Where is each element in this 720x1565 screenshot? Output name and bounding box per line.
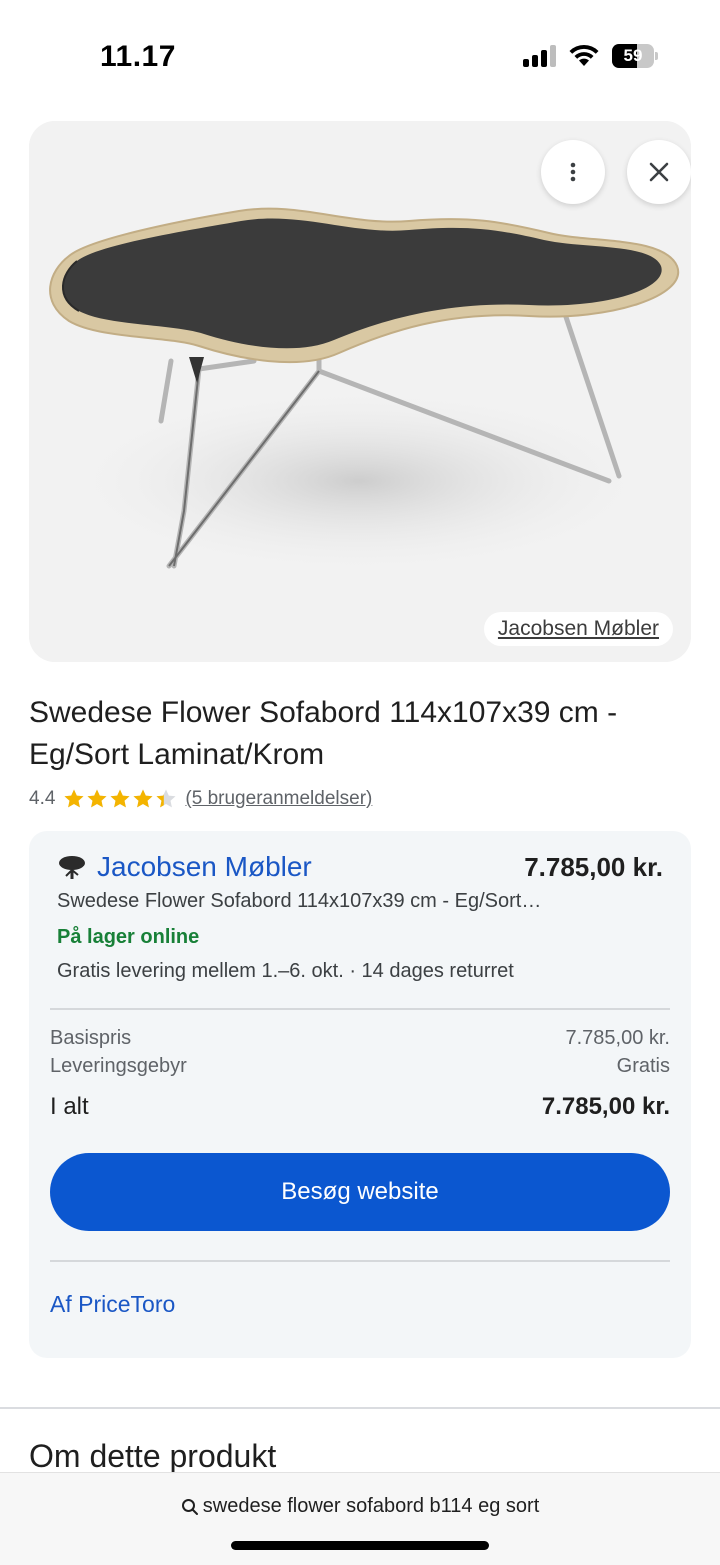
search-query[interactable]: swedese flower sofabord b114 eg sort (0, 1495, 720, 1518)
rating-row: 4.4 (5 brugeranmeldelser) (29, 788, 372, 810)
battery-level: 59 (623, 46, 643, 65)
base-price-row: Basispris 7.785,00 kr. (50, 1027, 670, 1050)
product-image-card[interactable]: Jacobsen Møbler (29, 121, 691, 662)
seller-row[interactable]: Jacobsen Møbler 7.785,00 kr. (57, 847, 663, 887)
shipping-row: Leveringsgebyr Gratis (50, 1055, 670, 1078)
about-product-heading: Om dette produkt (29, 1438, 277, 1474)
wifi-icon (568, 44, 600, 68)
image-source-link[interactable]: Jacobsen Møbler (483, 612, 673, 646)
close-icon (649, 162, 669, 182)
bottom-search-bar[interactable]: swedese flower sofabord b114 eg sort (0, 1472, 720, 1565)
star-icon (64, 789, 84, 808)
more-options-button[interactable] (541, 140, 605, 204)
visit-website-button[interactable]: Besøg website (50, 1153, 670, 1231)
product-title: Swedese Flower Sofabord 114x107x39 cm - … (29, 696, 618, 771)
rating-value: 4.4 (29, 788, 56, 809)
seller-name[interactable]: Jacobsen Møbler (97, 851, 524, 883)
more-vert-icon (570, 162, 576, 182)
shipping-value: Gratis (616, 1055, 670, 1077)
status-bar: 11.17 59 (0, 0, 720, 110)
tree-logo-icon (59, 856, 85, 879)
offer-card: Jacobsen Møbler 7.785,00 kr. Swedese Flo… (29, 831, 691, 1358)
shipping-label: Leveringsgebyr (50, 1055, 187, 1077)
status-time: 11.17 (100, 40, 176, 73)
reviews-link[interactable]: (5 brugeranmeldelser) (185, 788, 372, 810)
stock-status: På lager online (57, 926, 200, 948)
search-query-text: swedese flower sofabord b114 eg sort (202, 1495, 540, 1517)
star-icon (156, 789, 176, 808)
star-icon (87, 789, 107, 808)
close-button[interactable] (627, 140, 691, 204)
offer-price: 7.785,00 kr. (524, 851, 663, 882)
star-icon (110, 789, 130, 808)
total-label: I alt (50, 1093, 89, 1120)
provider-link[interactable]: Af PriceToro (50, 1291, 175, 1318)
status-icons: 59 (523, 44, 658, 68)
star-icon (133, 789, 153, 808)
total-value: 7.785,00 kr. (541, 1093, 670, 1120)
battery-icon: 59 (612, 44, 658, 68)
delivery-info: Gratis levering mellem 1.–6. okt. · 14 d… (57, 960, 514, 982)
rating-stars (63, 788, 177, 810)
cellular-signal-icon (523, 45, 556, 67)
total-row: I alt 7.785,00 kr. (50, 1093, 670, 1121)
section-divider (0, 1407, 720, 1409)
search-icon (181, 1498, 198, 1515)
base-price-value: 7.785,00 kr. (565, 1027, 670, 1049)
divider (50, 1260, 670, 1262)
product-image (29, 121, 691, 662)
divider (50, 1008, 670, 1010)
offer-description: Swedese Flower Sofabord 114x107x39 cm - … (57, 890, 542, 912)
home-indicator[interactable] (231, 1541, 489, 1550)
base-price-label: Basispris (50, 1027, 132, 1049)
